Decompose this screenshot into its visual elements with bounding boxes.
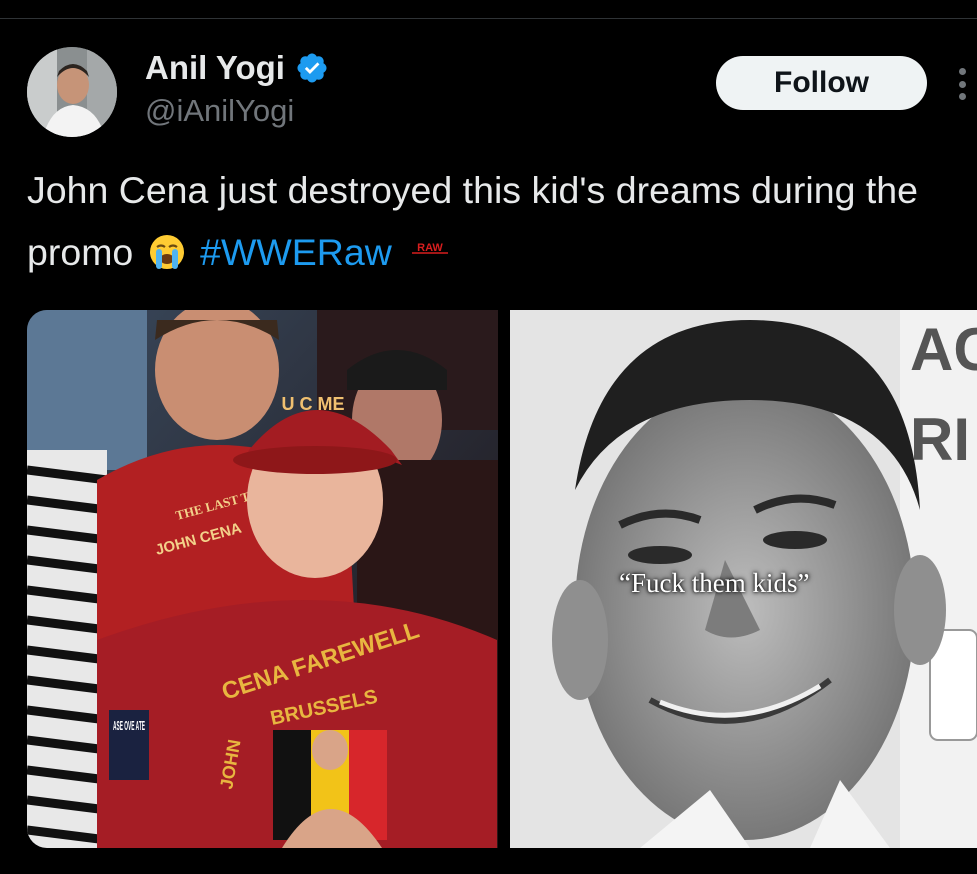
author-handle[interactable]: @iAnilYogi — [145, 93, 294, 129]
author-avatar[interactable] — [27, 47, 117, 137]
hashtag-link[interactable]: #WWERaw — [200, 231, 392, 273]
cap-text: U C ME — [282, 394, 345, 414]
follow-button[interactable]: Follow — [716, 56, 927, 110]
image-caption-quote: “Fuck them kids” — [619, 568, 810, 598]
background-sign-letters: AC — [910, 316, 977, 383]
author-display-name[interactable]: Anil Yogi — [145, 49, 285, 87]
media-image-left[interactable]: THE LAST TIME IS NOW JOHN CENA U C ME CE… — [27, 310, 498, 848]
raw-hashtag-badge: RAW — [410, 217, 451, 271]
more-options-icon[interactable] — [952, 64, 972, 104]
tweet-text: John Cena just destroyed this kid's drea… — [27, 163, 947, 285]
loudly-crying-face-icon — [148, 231, 186, 285]
verified-badge-icon — [295, 51, 329, 85]
raw-badge-text: RAW — [417, 242, 443, 254]
crowd-sign-text: ASE OVE ATE — [113, 718, 145, 733]
svg-text:RI: RI — [910, 406, 970, 473]
tweet-media[interactable]: THE LAST TIME IS NOW JOHN CENA U C ME CE… — [27, 310, 977, 848]
top-divider — [0, 18, 977, 19]
author-name[interactable]: Anil Yogi — [145, 49, 329, 87]
media-image-right[interactable]: AC RI “Fuck them kids” — [510, 310, 977, 848]
